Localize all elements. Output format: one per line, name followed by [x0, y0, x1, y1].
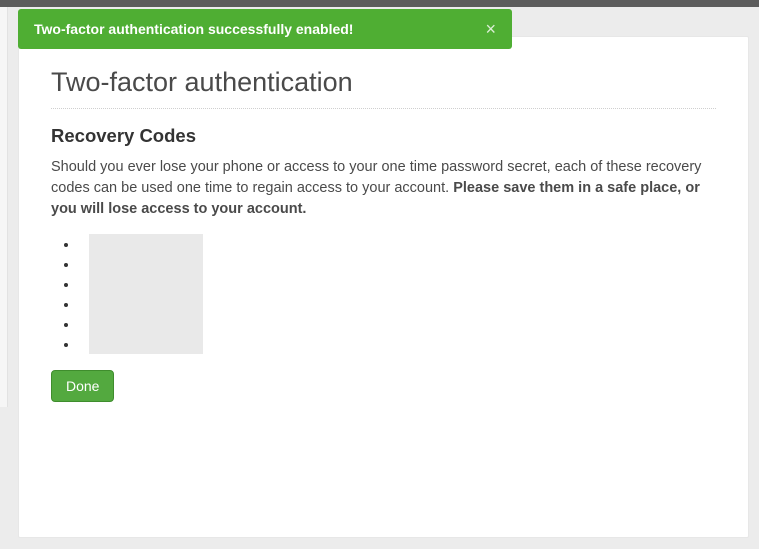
recovery-codes-description: Should you ever lose your phone or acces… [51, 157, 716, 220]
sidebar-edge [0, 7, 8, 407]
redaction-mask [89, 234, 203, 354]
content-card: Two-factor authentication Recovery Codes… [18, 36, 749, 538]
recovery-codes-block [51, 234, 716, 354]
recovery-codes-heading: Recovery Codes [51, 125, 716, 147]
divider [51, 108, 716, 109]
page-title: Two-factor authentication [51, 67, 716, 98]
close-icon[interactable]: × [485, 20, 496, 38]
top-nav-bar [0, 0, 759, 7]
done-button[interactable]: Done [51, 370, 114, 402]
alert-message: Two-factor authentication successfully e… [34, 21, 353, 37]
success-alert: Two-factor authentication successfully e… [18, 9, 512, 49]
